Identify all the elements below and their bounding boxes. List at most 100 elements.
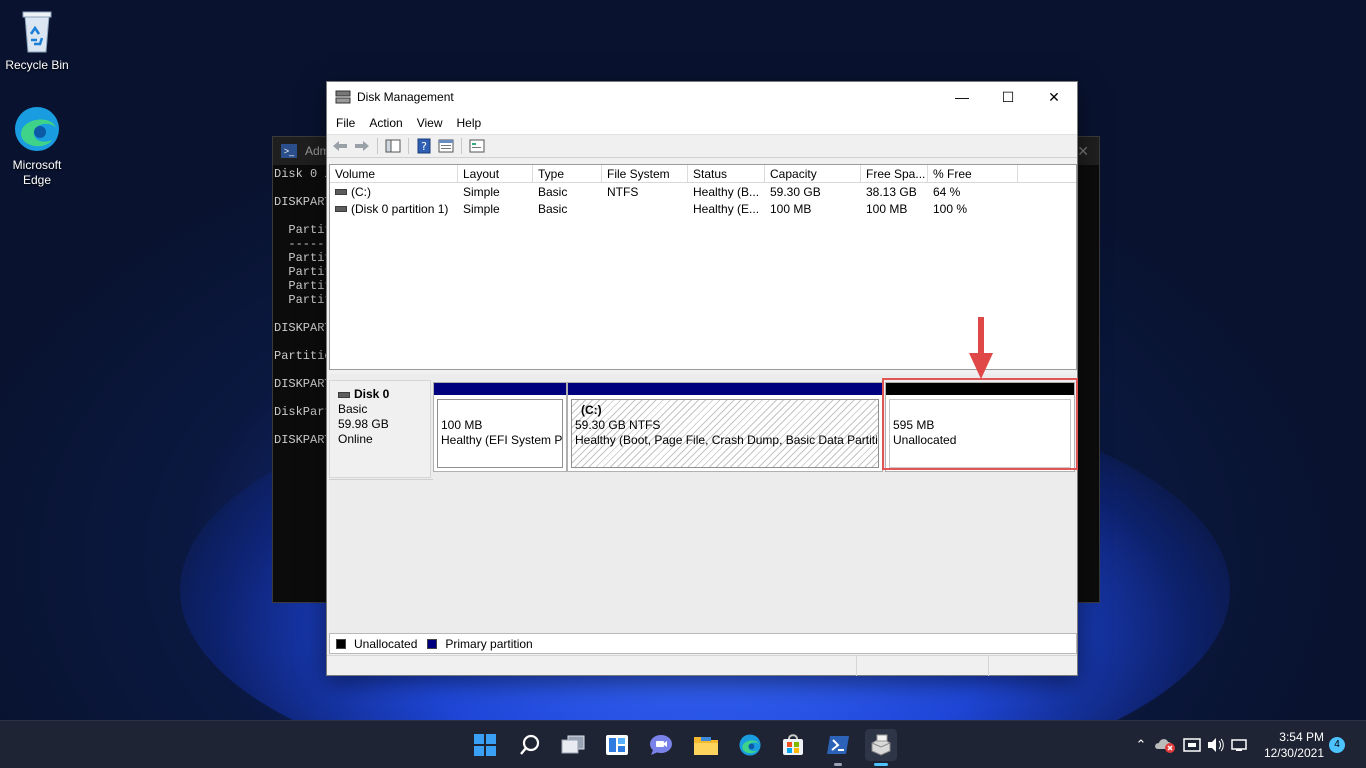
column-header-percent-free[interactable]: % Free — [928, 165, 1018, 182]
volume-cell: (Disk 0 partition 1) — [330, 202, 458, 216]
disk-management-taskbar-button[interactable] — [865, 729, 897, 761]
powershell-taskbar-button[interactable] — [822, 729, 854, 761]
search-button[interactable] — [514, 729, 546, 761]
desktop-icon-edge[interactable]: Microsoft Edge — [0, 104, 74, 188]
chat-button[interactable] — [645, 729, 677, 761]
percent-free-cell: 64 % — [933, 184, 961, 199]
back-button[interactable] — [331, 137, 349, 155]
minimize-button[interactable]: — — [939, 82, 985, 112]
status-cell: Healthy (E... — [693, 201, 760, 216]
desktop-icon-recycle-bin[interactable]: Recycle Bin — [0, 8, 74, 73]
volume-name: (C:) — [351, 184, 371, 199]
disk-icon — [338, 391, 350, 398]
toolbar-separator — [408, 138, 409, 154]
column-header-type[interactable]: Type — [533, 165, 602, 182]
search-icon — [520, 734, 540, 755]
tablet-mode-icon[interactable] — [1182, 737, 1202, 753]
menu-action[interactable]: Action — [362, 116, 409, 130]
column-header-capacity[interactable]: Capacity — [765, 165, 861, 182]
console-tree-icon — [385, 139, 401, 153]
edge-label: Microsoft Edge — [12, 158, 62, 187]
status-pane — [989, 656, 1075, 676]
menu-bar: File Action View Help — [327, 112, 1077, 134]
partition-efi[interactable]: 100 MB Healthy (EFI System Pa — [433, 382, 567, 472]
partition-status: Healthy (EFI System Pa — [441, 433, 563, 447]
widgets-icon — [606, 735, 628, 755]
network-icon[interactable] — [1230, 737, 1250, 753]
show-hidden-icons-chevron-up-icon[interactable]: ⌃ — [1132, 737, 1150, 753]
forward-arrow-icon — [355, 141, 369, 151]
partition-size: 100 MB — [441, 418, 483, 432]
primary-partition-swatch — [427, 638, 438, 649]
partition-status: Healthy (Boot, Page File, Crash Dump, Ba… — [575, 433, 879, 447]
edge-taskbar-button[interactable] — [734, 729, 766, 761]
powershell-icon: >_ — [281, 144, 297, 158]
taskbar: ⌃ 3:54 PM 12/30/2021 4 — [0, 720, 1366, 768]
help-button[interactable]: ? — [415, 137, 433, 155]
disk-management-icon — [335, 90, 351, 104]
column-header-volume[interactable]: Volume — [330, 165, 458, 182]
start-button[interactable] — [469, 729, 501, 761]
menu-help[interactable]: Help — [450, 116, 489, 130]
disk-graphical-view: Disk 0 Basic 59.98 GB Online 100 MB Heal… — [329, 374, 1078, 633]
clock-date: 12/30/2021 — [1263, 746, 1324, 760]
menu-view[interactable]: View — [410, 116, 450, 130]
partition-efi-body: 100 MB Healthy (EFI System Pa — [437, 399, 563, 468]
forward-button[interactable] — [353, 137, 371, 155]
toolbar: ? — [327, 134, 1077, 158]
disk-info-panel[interactable]: Disk 0 Basic 59.98 GB Online — [329, 380, 431, 478]
capacity-cell: 59.30 GB — [770, 184, 821, 199]
store-icon — [783, 734, 803, 755]
status-cell: Healthy (B... — [693, 184, 760, 199]
settings-view-button[interactable] — [468, 137, 486, 155]
close-button[interactable]: ✕ — [1031, 82, 1077, 112]
system-tray: ⌃ — [1132, 721, 1250, 768]
vertical-scrollbar[interactable] — [1085, 164, 1095, 370]
edge-icon — [15, 107, 59, 151]
show-hide-console-tree-button[interactable] — [384, 137, 402, 155]
column-header-layout[interactable]: Layout — [458, 165, 533, 182]
legend-unallocated: Unallocated — [354, 636, 418, 651]
table-row[interactable]: (Disk 0 partition 1) Simple Basic Health… — [330, 200, 1076, 217]
maximize-button[interactable]: ☐ — [985, 82, 1031, 112]
primary-partition-bar — [434, 383, 566, 395]
free-space-cell: 100 MB — [866, 201, 908, 216]
running-indicator — [834, 763, 842, 766]
layout-cell: Simple — [463, 184, 500, 199]
layout-cell: Simple — [463, 201, 500, 216]
console-close-icon[interactable]: ✕ — [1077, 143, 1089, 160]
percent-free-cell: 100 % — [933, 201, 968, 216]
notification-badge[interactable]: 4 — [1329, 737, 1345, 753]
task-view-icon — [561, 735, 585, 754]
widgets-button[interactable] — [601, 729, 633, 761]
view-list-icon — [469, 139, 485, 153]
menu-file[interactable]: File — [329, 116, 362, 130]
store-button[interactable] — [777, 729, 809, 761]
properties-button[interactable] — [437, 137, 455, 155]
column-header-free-space[interactable]: Free Spa... — [861, 165, 928, 182]
legend: Unallocated Primary partition — [329, 633, 1077, 654]
volume-list[interactable]: Volume Layout Type File System Status Ca… — [329, 164, 1077, 370]
partition-c[interactable]: (C:) 59.30 GB NTFS Healthy (Boot, Page F… — [567, 382, 883, 472]
recycle-bin-icon — [22, 11, 52, 53]
clock[interactable]: 3:54 PM 12/30/2021 — [1264, 729, 1324, 761]
column-header-status[interactable]: Status — [688, 165, 765, 182]
disk-name: Disk 0 — [354, 387, 390, 401]
disk-state: Online — [338, 432, 373, 446]
edge-icon — [739, 734, 761, 756]
partition-c-body: (C:) 59.30 GB NTFS Healthy (Boot, Page F… — [571, 399, 879, 468]
drive-icon — [335, 206, 347, 213]
clock-time: 3:54 PM — [1279, 730, 1324, 744]
disk-type: Basic — [338, 402, 368, 416]
table-row[interactable]: (C:) Simple Basic NTFS Healthy (B... 59.… — [330, 183, 1076, 200]
file-explorer-button[interactable] — [690, 729, 722, 761]
disk-management-window[interactable]: Disk Management — ☐ ✕ File Action View H… — [326, 81, 1078, 676]
primary-partition-bar — [568, 383, 882, 395]
disk-management-icon — [871, 734, 891, 756]
status-pane — [327, 656, 857, 676]
column-header-file-system[interactable]: File System — [602, 165, 688, 182]
title-bar[interactable]: Disk Management — ☐ ✕ — [327, 82, 1077, 112]
onedrive-error-icon[interactable] — [1154, 737, 1176, 753]
volume-icon[interactable] — [1206, 737, 1226, 753]
task-view-button[interactable] — [557, 729, 589, 761]
